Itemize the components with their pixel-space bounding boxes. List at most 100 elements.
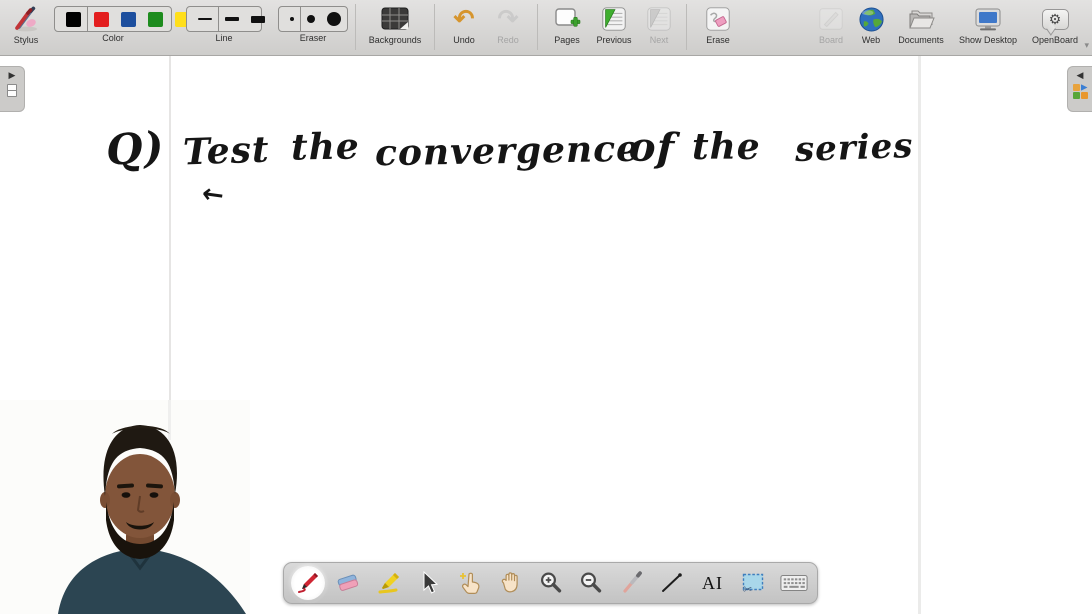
color-swatch-red[interactable] — [88, 7, 115, 31]
line-group: Line — [186, 3, 262, 43]
previous-page-button[interactable]: Previous — [589, 3, 639, 45]
previous-page-icon — [600, 4, 628, 34]
eraser-size-picker — [278, 6, 348, 32]
backgrounds-icon — [380, 4, 410, 34]
stylus-button[interactable]: Stylus — [6, 3, 46, 45]
erase-button[interactable]: Erase — [694, 3, 742, 45]
toolbar-separator — [537, 4, 538, 50]
handwriting-word: the — [692, 126, 761, 168]
erase-icon — [704, 4, 732, 34]
handwriting-word: the — [291, 125, 360, 168]
openboard-menu-button[interactable]: ⚙ OpenBoard — [1024, 3, 1086, 45]
undo-button[interactable]: ↶ Undo — [442, 3, 486, 45]
line-icon — [659, 570, 685, 596]
line-label: Line — [215, 33, 232, 43]
right-panel-tab[interactable]: ◀ — [1067, 66, 1092, 112]
color-group: Color — [54, 3, 172, 43]
handwriting-word: series — [794, 126, 914, 170]
presenter-webcam-video — [0, 400, 250, 614]
web-button[interactable]: Web — [852, 3, 890, 45]
color-label: Color — [102, 33, 124, 43]
pages-button[interactable]: Pages — [545, 3, 589, 45]
toolbar-separator — [355, 4, 356, 50]
stylus-label: Stylus — [14, 35, 39, 45]
page-navigator-icon — [7, 84, 18, 98]
laser-pointer-tool-button[interactable] — [615, 566, 649, 600]
next-page-icon — [645, 4, 673, 34]
stylus-dock-toolbar: AI ✂ — [283, 562, 818, 604]
pages-icon — [552, 4, 582, 34]
openboard-window: Stylus Color Line — [0, 0, 1092, 614]
zoom-in-icon — [538, 570, 564, 596]
openboard-label: OpenBoard — [1032, 35, 1078, 45]
documents-button[interactable]: Documents — [890, 3, 952, 45]
backgrounds-button[interactable]: Backgrounds — [363, 3, 427, 45]
marker-tool-button[interactable] — [372, 566, 406, 600]
board-icon — [817, 4, 845, 34]
eraser-medium[interactable] — [301, 7, 321, 31]
board-label: Board — [819, 35, 843, 45]
pen-icon — [295, 570, 321, 596]
line-medium[interactable] — [219, 7, 245, 31]
zoom-in-tool-button[interactable] — [534, 566, 568, 600]
color-swatch-green[interactable] — [142, 7, 169, 31]
redo-button[interactable]: ↷ Redo — [486, 3, 530, 45]
svg-text:✂: ✂ — [743, 584, 752, 596]
undo-icon: ↶ — [454, 4, 475, 34]
handwriting-question-prefix: Q) — [104, 122, 166, 175]
handwriting-word: convergence — [375, 128, 641, 175]
capture-tool-button[interactable]: ✂ — [736, 566, 770, 600]
eraser-icon — [335, 570, 361, 596]
top-toolbar: Stylus Color Line — [0, 0, 1092, 56]
color-palette — [54, 6, 172, 32]
backgrounds-label: Backgrounds — [369, 35, 422, 45]
next-page-label: Next — [650, 35, 669, 45]
line-thick[interactable] — [245, 7, 271, 31]
eraser-small-selected[interactable] — [284, 7, 301, 31]
show-desktop-monitor-icon — [973, 4, 1003, 34]
toolbar-overflow-arrow-icon[interactable]: ▾ — [1084, 40, 1089, 51]
eraser-tool-button[interactable] — [331, 566, 365, 600]
line-tool-button[interactable] — [655, 566, 689, 600]
text-tool-button[interactable]: AI — [696, 566, 730, 600]
toolbar-separator — [434, 4, 435, 50]
show-desktop-label: Show Desktop — [959, 35, 1017, 45]
web-label: Web — [862, 35, 880, 45]
eraser-large[interactable] — [321, 7, 347, 31]
next-page-button[interactable]: Next — [639, 3, 679, 45]
board-button[interactable]: Board — [810, 3, 852, 45]
previous-page-label: Previous — [596, 35, 631, 45]
redo-icon: ↷ — [498, 4, 519, 34]
redo-label: Redo — [497, 35, 519, 45]
undo-label: Undo — [453, 35, 475, 45]
expand-right-panel-icon: ◀ — [1077, 71, 1084, 80]
zoom-out-tool-button[interactable] — [574, 566, 608, 600]
text-tool-icon: AI — [702, 573, 723, 594]
openboard-gear-icon: ⚙ — [1042, 4, 1069, 34]
line-width-picker — [186, 6, 262, 32]
pan-hand-tool-button[interactable] — [493, 566, 527, 600]
handwriting-word: of — [628, 123, 676, 172]
open-hand-icon — [497, 570, 523, 596]
keyboard-icon — [780, 573, 808, 593]
selector-tool-button[interactable] — [412, 566, 446, 600]
eraser-group: Eraser — [278, 3, 348, 43]
left-panel-tab[interactable]: ▶ — [0, 66, 25, 112]
handwriting-word: Test — [182, 129, 270, 174]
show-desktop-button[interactable]: Show Desktop — [952, 3, 1024, 45]
cursor-arrow-icon — [416, 570, 442, 596]
presenter-illustration — [0, 400, 250, 614]
expand-left-panel-icon: ▶ — [9, 71, 16, 80]
erase-label: Erase — [706, 35, 730, 45]
color-swatch-black-selected[interactable] — [60, 7, 88, 31]
pointing-hand-icon — [457, 570, 483, 596]
marker-icon — [376, 570, 402, 596]
documents-label: Documents — [898, 35, 944, 45]
color-swatch-blue[interactable] — [115, 7, 142, 31]
web-globe-icon — [858, 4, 885, 34]
line-thin-selected[interactable] — [192, 7, 219, 31]
laser-pointer-icon — [619, 570, 645, 596]
pen-tool-button[interactable] — [291, 566, 325, 600]
virtual-keyboard-tool-button[interactable] — [777, 566, 811, 600]
interact-pointer-tool-button[interactable] — [453, 566, 487, 600]
